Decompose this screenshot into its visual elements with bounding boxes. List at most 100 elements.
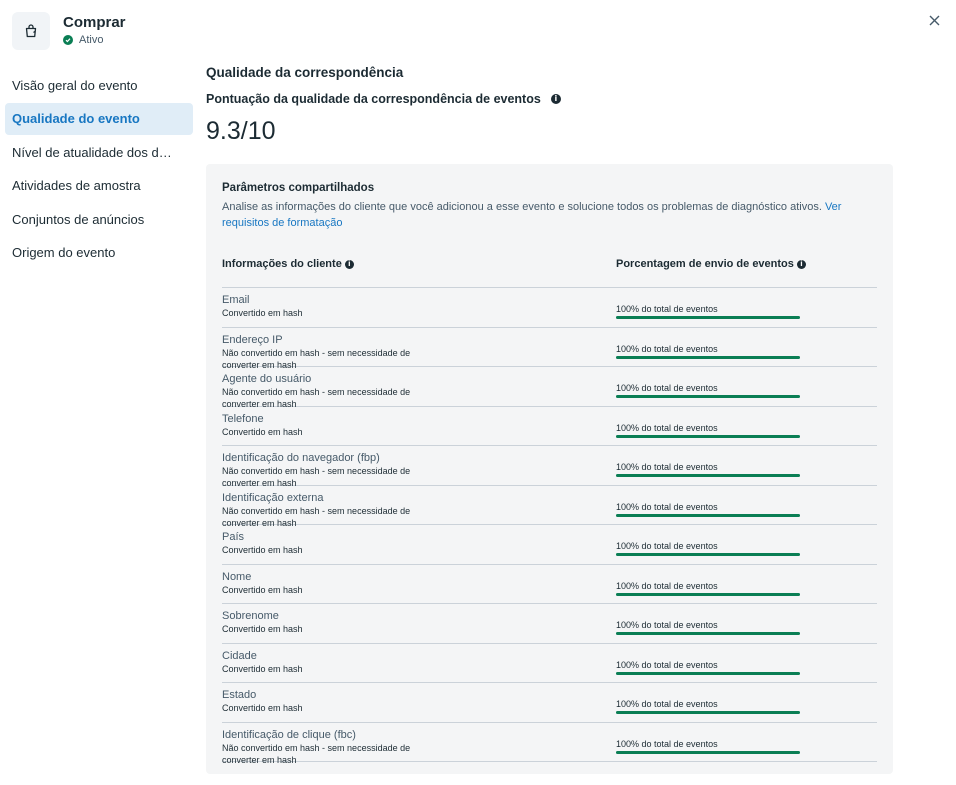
hash-status: Convertido em hash: [222, 426, 303, 437]
sidebar-item-ad-sets[interactable]: Conjuntos de anúncios: [5, 203, 193, 235]
match-quality-score: 9.3/10: [206, 117, 276, 145]
sidebar-item-data-freshness[interactable]: Nível de atualidade dos d…: [5, 136, 193, 168]
percentage-label: 100% do total de eventos: [616, 541, 718, 551]
event-percentage-cell: 100% do total de eventos: [616, 486, 801, 525]
table-row: Email Convertido em hash 100% do total de …: [222, 288, 877, 328]
score-label: Pontuação da qualidade da correspondênci…: [206, 92, 541, 106]
parameter-name: Estado: [222, 689, 257, 701]
customer-info-table: Informações do cliente i Porcentagem de …: [222, 258, 877, 765]
percentage-bar: [616, 513, 800, 517]
parameter-name: Nome: [222, 570, 252, 583]
percentage-bar-fill: [616, 316, 800, 319]
parameter-name: Cidade: [222, 649, 257, 662]
column-header-label: Informações do cliente: [222, 258, 342, 270]
percentage-bar: [616, 632, 800, 635]
table-row: Identificação de clique (fbc) Não convert…: [222, 723, 877, 765]
percentage-bar-fill: [616, 553, 800, 556]
event-name: Comprar: [63, 14, 126, 31]
event-header: Comprar Ativo: [12, 12, 126, 50]
table-row: Estado Convertido em hash 100% do total de…: [222, 683, 877, 723]
table-row: Cidade Convertido em hash 100% do total de…: [222, 644, 877, 683]
table-row: Nome Convertido em hash 100% do total de e…: [222, 565, 877, 604]
percentage-label: 100% do total de eventos: [616, 383, 718, 393]
percentage-bar-fill: [616, 355, 800, 359]
sidebar-item-event-quality[interactable]: Qualidade do evento: [5, 102, 193, 135]
customer-info-cell: Identificação externa Não convertido em h…: [222, 486, 616, 528]
percentage-bar-fill: [616, 474, 800, 477]
percentage-bar: [616, 316, 800, 319]
customer-info-cell: Agente do usuário Não convertido em hash …: [222, 367, 616, 409]
column-header-event-percentage: Porcentagem de envio de eventos i: [616, 258, 806, 270]
percentage-bar: [616, 434, 800, 438]
percentage-bar: [616, 711, 800, 714]
parameter-name: Email: [222, 294, 250, 306]
close-icon: [929, 15, 939, 25]
event-percentage-cell: 100% do total de eventos: [616, 604, 801, 643]
percentage-label: 100% do total de eventos: [616, 659, 718, 670]
customer-info-cell: País Convertido em hash: [222, 525, 616, 564]
event-percentage-cell: 100% do total de eventos: [616, 525, 801, 564]
customer-info-cell: Cidade Convertido em hash: [222, 644, 616, 683]
sidebar-item-event-overview[interactable]: Visão geral do evento: [5, 69, 193, 101]
percentage-bar: [616, 395, 800, 398]
event-percentage-cell: 100% do total de eventos: [616, 723, 801, 762]
table-row: Telefone Convertido em hash 100% do total …: [222, 407, 877, 446]
close-button[interactable]: [924, 10, 944, 30]
status-label: Ativo: [79, 34, 104, 46]
check-circle-icon: [63, 35, 73, 45]
percentage-bar: [616, 671, 800, 675]
parameter-name: Identificação do navegador (fbp): [222, 452, 380, 464]
percentage-bar-fill: [616, 592, 800, 596]
customer-info-cell: Email Convertido em hash: [222, 288, 616, 327]
panel-description: Analise as informações do cliente que vo…: [222, 199, 862, 231]
parameter-name: Endereço IP: [222, 333, 283, 346]
parameter-name: Identificação de clique (fbc): [222, 728, 356, 741]
event-percentage-cell: 100% do total de eventos: [616, 288, 801, 327]
table-row: País Convertido em hash 100% do total de e…: [222, 525, 877, 565]
percentage-label: 100% do total de eventos: [616, 422, 718, 433]
info-icon[interactable]: i: [344, 259, 354, 269]
customer-info-cell: Sobrenome Convertido em hash: [222, 604, 616, 643]
percentage-bar-fill: [616, 395, 800, 398]
hash-status: Convertido em hash: [222, 624, 303, 634]
column-header-label: Porcentagem de envio de eventos: [616, 258, 794, 270]
hash-status: Convertido em hash: [222, 545, 303, 555]
parameter-name: Sobrenome: [222, 610, 279, 622]
customer-info-cell: Estado Convertido em hash: [222, 683, 616, 722]
table-row: Identificação do navegador (fbp) Não conv…: [222, 446, 877, 488]
event-status: Ativo: [63, 34, 126, 46]
customer-info-cell: Identificação de clique (fbc) Não convert…: [222, 723, 616, 765]
table-row: Endereço IP Não convertido em hash - sem …: [222, 328, 877, 370]
sidebar-item-sample-activities[interactable]: Atividades de amostra: [5, 170, 193, 202]
table-row: Agente do usuário Não convertido em hash …: [222, 367, 877, 409]
customer-info-cell: Identificação do navegador (fbp) Não conv…: [222, 446, 616, 488]
percentage-bar-fill: [616, 632, 800, 635]
info-icon[interactable]: i: [550, 94, 561, 104]
section-title: Qualidade da correspondência: [206, 65, 404, 80]
table-body: Email Convertido em hash 100% do total de …: [222, 288, 877, 765]
sidebar-item-event-source[interactable]: Origem do evento: [5, 237, 193, 269]
percentage-label: 100% do total de eventos: [616, 501, 718, 512]
percentage-bar: [616, 750, 800, 754]
percentage-bar: [616, 355, 800, 359]
percentage-label: 100% do total de eventos: [616, 343, 718, 354]
shopping-bag-icon: [12, 12, 50, 50]
percentage-bar: [616, 474, 800, 477]
hash-status: Convertido em hash: [222, 663, 303, 674]
percentage-label: 100% do total de eventos: [616, 580, 718, 591]
percentage-bar-fill: [616, 750, 800, 754]
percentage-bar: [616, 592, 800, 596]
percentage-bar-fill: [616, 711, 800, 714]
customer-info-cell: Telefone Convertido em hash: [222, 407, 616, 446]
customer-info-cell: Nome Convertido em hash: [222, 565, 616, 604]
event-percentage-cell: 100% do total de eventos: [616, 683, 801, 722]
parameter-name: Identificação externa: [222, 491, 324, 504]
hash-status: Convertido em hash: [222, 703, 303, 713]
parameter-name: Telefone: [222, 412, 264, 425]
shared-parameters-panel: Parâmetros compartilhados Analise as inf…: [206, 164, 893, 774]
info-icon[interactable]: i: [796, 259, 806, 269]
hash-status: Não convertido em hash - sem necessidade…: [222, 742, 411, 765]
percentage-bar-fill: [616, 513, 800, 517]
event-percentage-cell: 100% do total de eventos: [616, 407, 801, 446]
hash-status: Convertido em hash: [222, 584, 303, 595]
